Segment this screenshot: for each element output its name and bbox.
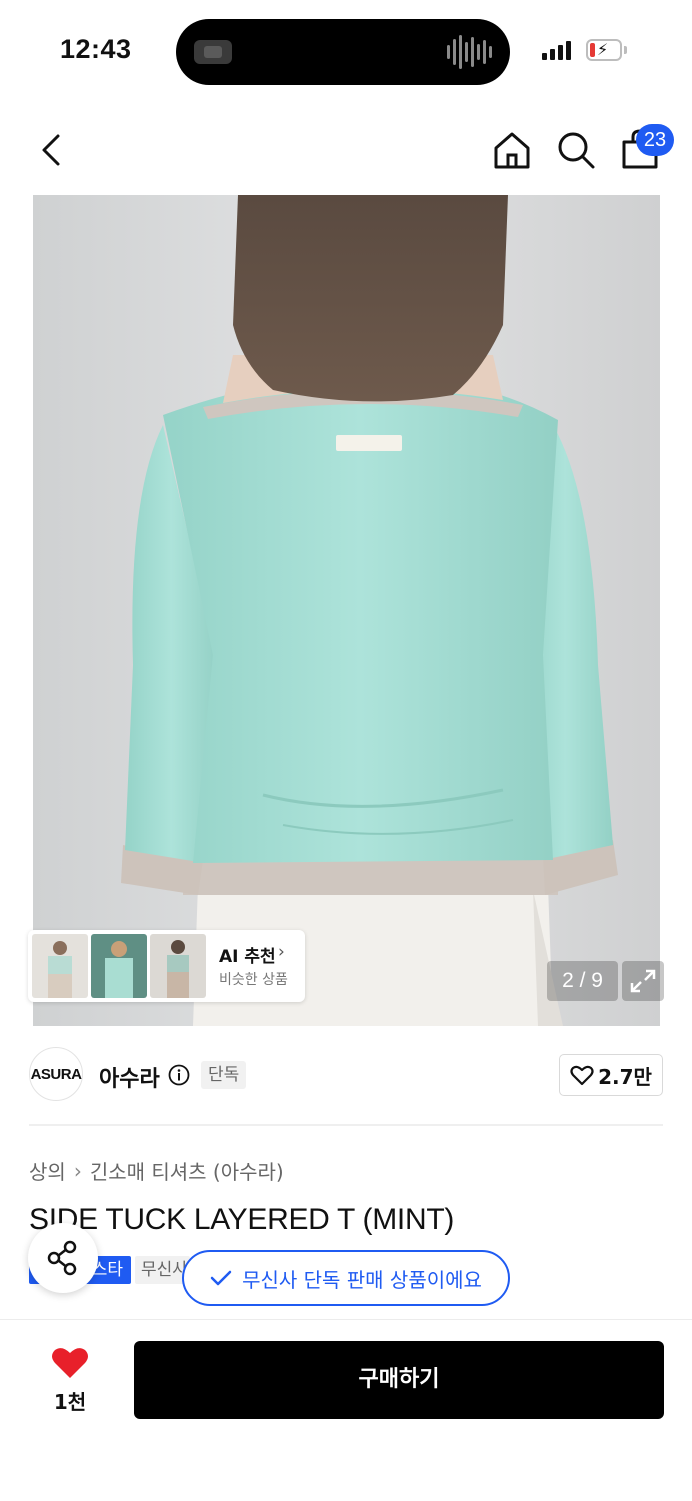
heart-outline-icon (570, 1065, 594, 1086)
ai-thumbnail-1[interactable] (32, 934, 88, 998)
expand-icon (630, 969, 656, 993)
status-time: 12:43 (60, 34, 132, 64)
search-button[interactable] (554, 128, 598, 172)
heart-filled-icon (52, 1348, 88, 1378)
search-icon (558, 132, 595, 169)
audio-waveform-icon (447, 35, 492, 69)
divider (29, 1124, 663, 1126)
ai-recommend-title: AI 추천 (219, 947, 276, 967)
chevron-right-icon: › (278, 942, 285, 962)
buy-button[interactable]: 구매하기 (134, 1341, 664, 1419)
fullscreen-button[interactable] (622, 961, 664, 1001)
chevron-left-icon (42, 134, 60, 166)
battery-icon: ⚡ (586, 39, 622, 61)
ai-thumbnail-3[interactable] (150, 934, 206, 998)
ai-recommendation-card[interactable]: AI 추천 › 비슷한 상품 (28, 930, 305, 1002)
back-button[interactable] (34, 128, 74, 172)
exclusive-tag: 단독 (201, 1061, 247, 1089)
wishlist-count: 1천 (53, 1390, 87, 1414)
ai-thumbnail-2[interactable] (91, 934, 147, 998)
home-icon (494, 132, 530, 169)
brand-like-count: 2.7만 (598, 1064, 652, 1089)
brand-logo[interactable]: ASURA (29, 1047, 83, 1101)
product-photo-illustration (33, 195, 660, 1026)
now-playing-thumbnail (194, 40, 232, 64)
check-icon (210, 1270, 232, 1286)
breadcrumb: 상의 › 긴소매 티셔츠 (아수라) (29, 1156, 284, 1185)
wishlist-button[interactable] (44, 1346, 96, 1380)
exclusive-notice-pill[interactable]: 무신사 단독 판매 상품이에요 (182, 1250, 510, 1306)
status-bar: 12:43 ⚡ (0, 0, 692, 100)
battery-cap (624, 46, 627, 54)
breadcrumb-item[interactable]: 긴소매 티셔츠 (아수라) (90, 1156, 284, 1185)
cellular-signal-icon (542, 41, 571, 60)
dynamic-island[interactable] (176, 19, 510, 85)
breadcrumb-item[interactable]: 상의 (29, 1156, 66, 1185)
info-icon[interactable] (168, 1064, 190, 1086)
share-button[interactable] (28, 1223, 98, 1293)
breadcrumb-separator-icon: › (73, 1158, 82, 1183)
exclusive-notice-text: 무신사 단독 판매 상품이에요 (242, 1267, 482, 1292)
home-button[interactable] (490, 128, 534, 172)
share-icon (47, 1240, 77, 1276)
cart-count-badge: 23 (636, 124, 674, 156)
ai-recommend-subtitle: 비슷한 상품 (219, 972, 288, 988)
brand-name[interactable]: 아수라 (99, 1061, 160, 1093)
brand-like-button[interactable]: 2.7만 (559, 1054, 663, 1096)
image-pager: 2 / 9 (547, 961, 618, 1001)
product-image[interactable] (33, 195, 660, 1026)
